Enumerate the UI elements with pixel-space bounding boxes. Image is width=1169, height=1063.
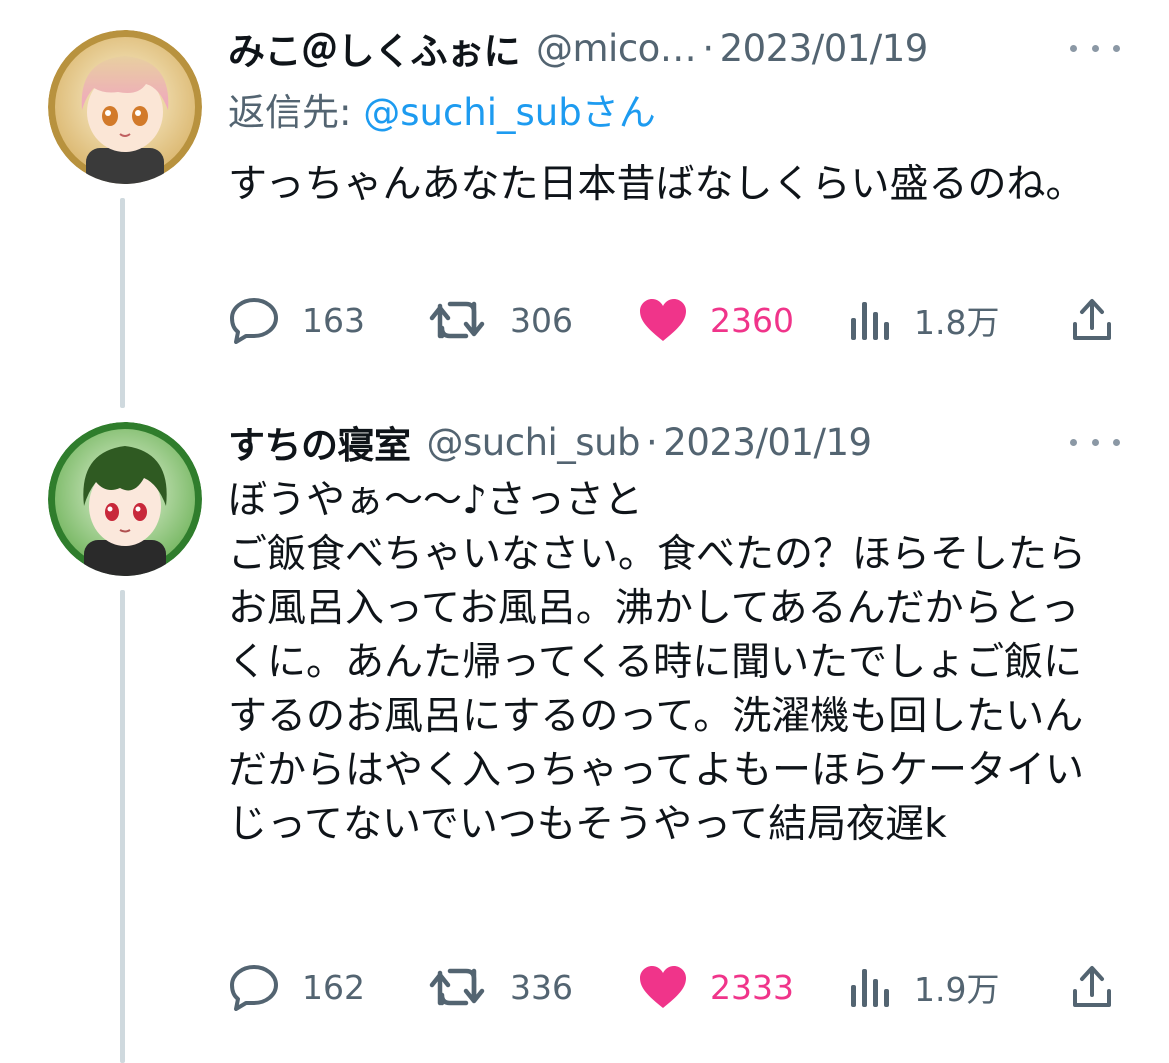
user-handle[interactable]: @mico… xyxy=(536,27,697,70)
reply-button[interactable]: 162 xyxy=(228,957,365,1017)
tweet[interactable]: すちの寝室 @suchi_sub · 2023/01/19 ぼうやぁ〜〜♪さっさ… xyxy=(0,400,1169,1063)
reply-count: 163 xyxy=(302,300,365,340)
tweet-header: すちの寝室 @suchi_sub · 2023/01/19 xyxy=(228,412,1129,472)
views-count: 1.9万 xyxy=(914,970,1000,1009)
reply-to-suffix: さん xyxy=(581,91,656,134)
reply-to-prefix: 返信先: xyxy=(228,91,364,134)
views-icon xyxy=(851,302,889,340)
share-icon xyxy=(1073,966,1111,1007)
like-count: 2360 xyxy=(710,300,794,340)
retweet-count: 336 xyxy=(510,967,573,1007)
retweet-icon xyxy=(429,968,485,1006)
reply-icon xyxy=(230,298,278,344)
heart-icon xyxy=(640,966,686,1008)
retweet-button[interactable]: 336 xyxy=(428,957,573,1017)
separator: · xyxy=(646,420,658,464)
views-button[interactable]: 1.8万 xyxy=(848,290,999,350)
reply-button[interactable]: 163 xyxy=(228,290,365,350)
more-icon[interactable] xyxy=(1070,36,1120,60)
action-bar: 162 336 2333 1.9万 xyxy=(228,957,1128,1017)
display-name[interactable]: すちの寝室 xyxy=(228,415,411,469)
tweet-date[interactable]: 2023/01/19 xyxy=(720,27,929,70)
avatar[interactable] xyxy=(48,422,202,576)
like-count: 2333 xyxy=(710,967,794,1007)
retweet-button[interactable]: 306 xyxy=(428,290,573,350)
tweet-text: ぼうやぁ〜〜♪さっさと ご飯食べちゃいなさい。食べたの？ほらそしたらお風呂入って… xyxy=(228,478,1087,847)
reply-to-mention[interactable]: @suchi_sub xyxy=(363,91,582,134)
tweet-text: すっちゃんあなた日本昔ばなしくらい盛るのね。 xyxy=(228,162,1085,207)
separator: · xyxy=(702,26,714,70)
tweet[interactable]: みこ＠しくふぉに @mico… · 2023/01/19 返信先: @suchi… xyxy=(0,0,1169,400)
like-button[interactable]: 2360 xyxy=(638,290,794,350)
display-name[interactable]: みこ＠しくふぉに xyxy=(228,21,521,75)
tweet-header: みこ＠しくふぉに @mico… · 2023/01/19 xyxy=(228,18,1129,78)
reply-count: 162 xyxy=(302,967,365,1007)
tweet-date[interactable]: 2023/01/19 xyxy=(663,421,872,464)
user-handle[interactable]: @suchi_sub xyxy=(427,421,641,464)
reply-to-line: 返信先: @suchi_subさん xyxy=(228,82,656,136)
avatar-pink-hair-icon xyxy=(48,30,202,184)
avatar-green-hair-icon xyxy=(48,422,202,576)
avatar[interactable] xyxy=(48,30,202,184)
like-button[interactable]: 2333 xyxy=(638,957,794,1017)
retweet-icon xyxy=(429,301,485,339)
share-button[interactable] xyxy=(1070,290,1114,350)
views-button[interactable]: 1.9万 xyxy=(848,957,999,1017)
share-icon xyxy=(1073,299,1111,340)
views-count: 1.8万 xyxy=(914,303,1000,342)
more-icon[interactable] xyxy=(1070,430,1120,454)
heart-icon xyxy=(640,299,686,341)
views-icon xyxy=(851,969,889,1007)
reply-icon xyxy=(230,965,278,1011)
share-button[interactable] xyxy=(1070,957,1114,1017)
retweet-count: 306 xyxy=(510,300,573,340)
action-bar: 163 306 2360 1.8万 xyxy=(228,290,1128,350)
